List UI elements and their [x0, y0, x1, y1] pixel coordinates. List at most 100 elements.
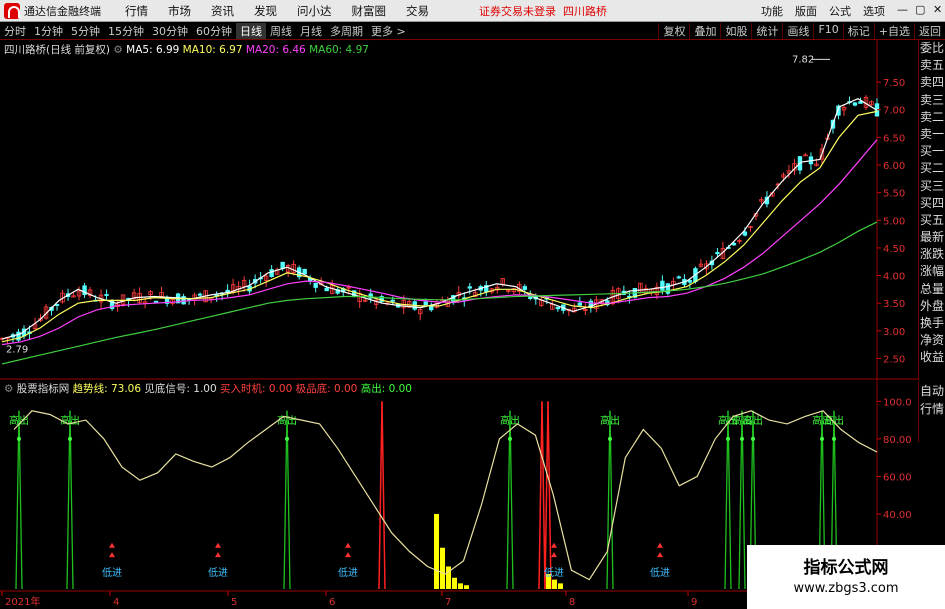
- price-tick-label: 6.50: [883, 133, 905, 144]
- menu-item-layout[interactable]: 版面: [789, 3, 823, 19]
- buy-spike: [547, 401, 552, 590]
- maximize-button[interactable]: ▢: [909, 3, 927, 19]
- tool-add-watchlist[interactable]: +自选: [873, 22, 914, 39]
- indicator-settings-icon[interactable]: ⚙: [4, 383, 13, 395]
- menu-item-quotes[interactable]: 行情: [115, 3, 158, 19]
- menu-item-ask[interactable]: 问小达: [287, 3, 342, 19]
- minimize-button[interactable]: —: [891, 3, 909, 19]
- kline-chart[interactable]: 7.50 7.00 6.50 6.00 5.50 5.00 4.50 4.00 3.50 3.00…: [0, 40, 918, 609]
- menu-item-options[interactable]: 选项: [857, 3, 891, 19]
- date-label: 8: [569, 597, 575, 608]
- price-tick-label: 7.50: [883, 78, 905, 89]
- sidebar-item-sell2[interactable]: 卖二: [919, 109, 945, 126]
- tab-1min[interactable]: 1分钟: [30, 23, 67, 39]
- tab-multi-period[interactable]: 多周期: [326, 23, 367, 39]
- tab-5min[interactable]: 5分钟: [67, 23, 104, 39]
- tool-f10[interactable]: F10: [813, 22, 842, 39]
- right-menu: 功能 版面 公式 选项 — ▢ ✕: [755, 3, 945, 19]
- price-tick-label: 2.50: [883, 354, 905, 365]
- watermark: 指标公式网 www.zbgs3.com: [747, 545, 945, 609]
- tool-stats[interactable]: 统计: [751, 22, 782, 39]
- sidebar-item-quote[interactable]: 行情: [919, 400, 945, 418]
- menu-item-wealth[interactable]: 财富圈: [342, 3, 397, 19]
- sidebar-item-net-assets[interactable]: 净资: [919, 332, 945, 349]
- tab-30min[interactable]: 30分钟: [148, 23, 192, 39]
- ma10-label: MA10: 6.97: [182, 44, 243, 56]
- sidebar-item-auto[interactable]: 自动: [919, 382, 945, 400]
- menu-item-news[interactable]: 资讯: [201, 3, 244, 19]
- tool-draw[interactable]: 画线: [782, 22, 813, 39]
- candle-body: [104, 294, 109, 296]
- indicator-tick-label: 100.0: [883, 397, 912, 408]
- tab-more[interactable]: 更多 >: [367, 23, 410, 39]
- sidebar-item-sell1[interactable]: 卖一: [919, 126, 945, 143]
- sidebar-item-turnover[interactable]: 换手: [919, 315, 945, 332]
- sell-label: 高出: [600, 414, 620, 427]
- buy-arrow-icon: [345, 542, 351, 558]
- candle-body: [313, 282, 318, 288]
- app-logo-icon: [4, 2, 20, 19]
- watermark-url: www.zbgs3.com: [793, 581, 899, 596]
- sidebar-item-buy2[interactable]: 买二: [919, 160, 945, 177]
- chart-grid: [0, 40, 918, 609]
- menu-item-trade[interactable]: 交易: [396, 3, 439, 19]
- tool-overlay[interactable]: 叠加: [689, 22, 720, 39]
- candle-body: [852, 102, 858, 106]
- date-label: 7: [445, 597, 451, 608]
- sidebar-item-change[interactable]: 涨跌: [919, 246, 945, 263]
- chart-tools: 复权 叠加 如股 统计 画线 F10 标记 +自选 返回: [658, 22, 945, 39]
- tool-mark[interactable]: 标记: [842, 22, 874, 39]
- menu-item-market[interactable]: 市场: [158, 3, 201, 19]
- tool-ru-gu[interactable]: 如股: [720, 22, 751, 39]
- price-tick-label: 4.00: [883, 272, 905, 283]
- buy-label: 低进: [650, 566, 670, 579]
- sell-dot: [508, 436, 512, 441]
- sell-dot: [832, 436, 836, 441]
- sidebar-item-change-pct[interactable]: 涨幅: [919, 263, 945, 280]
- buy-spike: [538, 401, 543, 590]
- tab-60min[interactable]: 60分钟: [192, 23, 236, 39]
- tool-adjust[interactable]: 复权: [658, 22, 689, 39]
- candle-body: [803, 154, 808, 157]
- candle-body: [302, 268, 307, 275]
- tool-back[interactable]: 返回: [914, 22, 945, 39]
- sidebar-item-outer[interactable]: 外盘: [919, 298, 945, 315]
- lower-sidebar: 自动 行情: [918, 382, 945, 442]
- sidebar-item-buy1[interactable]: 买一: [919, 143, 945, 160]
- tab-daily[interactable]: 日线: [236, 22, 266, 39]
- tab-weekly[interactable]: 周线: [266, 23, 296, 39]
- menu-item-formula[interactable]: 公式: [823, 3, 857, 19]
- settings-icon[interactable]: ⚙: [113, 44, 122, 56]
- sidebar-item-sell5[interactable]: 卖五: [919, 57, 945, 74]
- sidebar-item-earnings[interactable]: 收益: [919, 349, 945, 366]
- candlesticks: [0, 95, 880, 345]
- indicator-name: 股票指标网: [16, 383, 70, 395]
- sidebar-item-buy3[interactable]: 买三: [919, 178, 945, 195]
- sidebar-item-sell4[interactable]: 卖四: [919, 74, 945, 91]
- indicator-header: ⚙ 股票指标网 趋势线: 73.06 见底信号: 1.00 买入时机: 0.00…: [4, 381, 412, 396]
- indicator-tick-label: 60.00: [883, 472, 912, 483]
- sidebar-item-weibi[interactable]: 委比: [919, 40, 945, 57]
- sidebar-item-buy4[interactable]: 买四: [919, 195, 945, 212]
- buy-label: 低进: [338, 566, 358, 579]
- buy-arrow-icon: [551, 542, 557, 558]
- candle-body: [280, 261, 285, 269]
- tab-intraday[interactable]: 分时: [0, 23, 30, 39]
- date-label: 5: [231, 597, 237, 608]
- menu-item-function[interactable]: 功能: [755, 3, 789, 19]
- sidebar-item-sell3[interactable]: 卖三: [919, 92, 945, 109]
- ma60-label: MA60: 4.97: [309, 44, 369, 56]
- indicator-axis: 100.080.0060.0040.0020.00: [877, 397, 912, 558]
- ma-lines: [1, 98, 878, 365]
- sidebar-item-buy5[interactable]: 买五: [919, 212, 945, 229]
- quote-sidebar: 委比 卖五 卖四 卖三 卖二 卖一 买一 买二 买三 买四 买五 最新 涨跌 涨…: [918, 40, 945, 380]
- tab-monthly[interactable]: 月线: [296, 23, 326, 39]
- sidebar-item-latest[interactable]: 最新: [919, 229, 945, 246]
- menu-item-discover[interactable]: 发现: [244, 3, 287, 19]
- sell-dot: [751, 436, 755, 441]
- main-chart-header: 四川路桥(日线 前复权) ⚙ MA5: 6.99 MA10: 6.97 MA20…: [4, 42, 369, 57]
- sidebar-item-volume[interactable]: 总量: [919, 281, 945, 298]
- sell-label: 高出: [277, 414, 297, 427]
- tab-15min[interactable]: 15分钟: [104, 23, 148, 39]
- close-button[interactable]: ✕: [927, 3, 945, 19]
